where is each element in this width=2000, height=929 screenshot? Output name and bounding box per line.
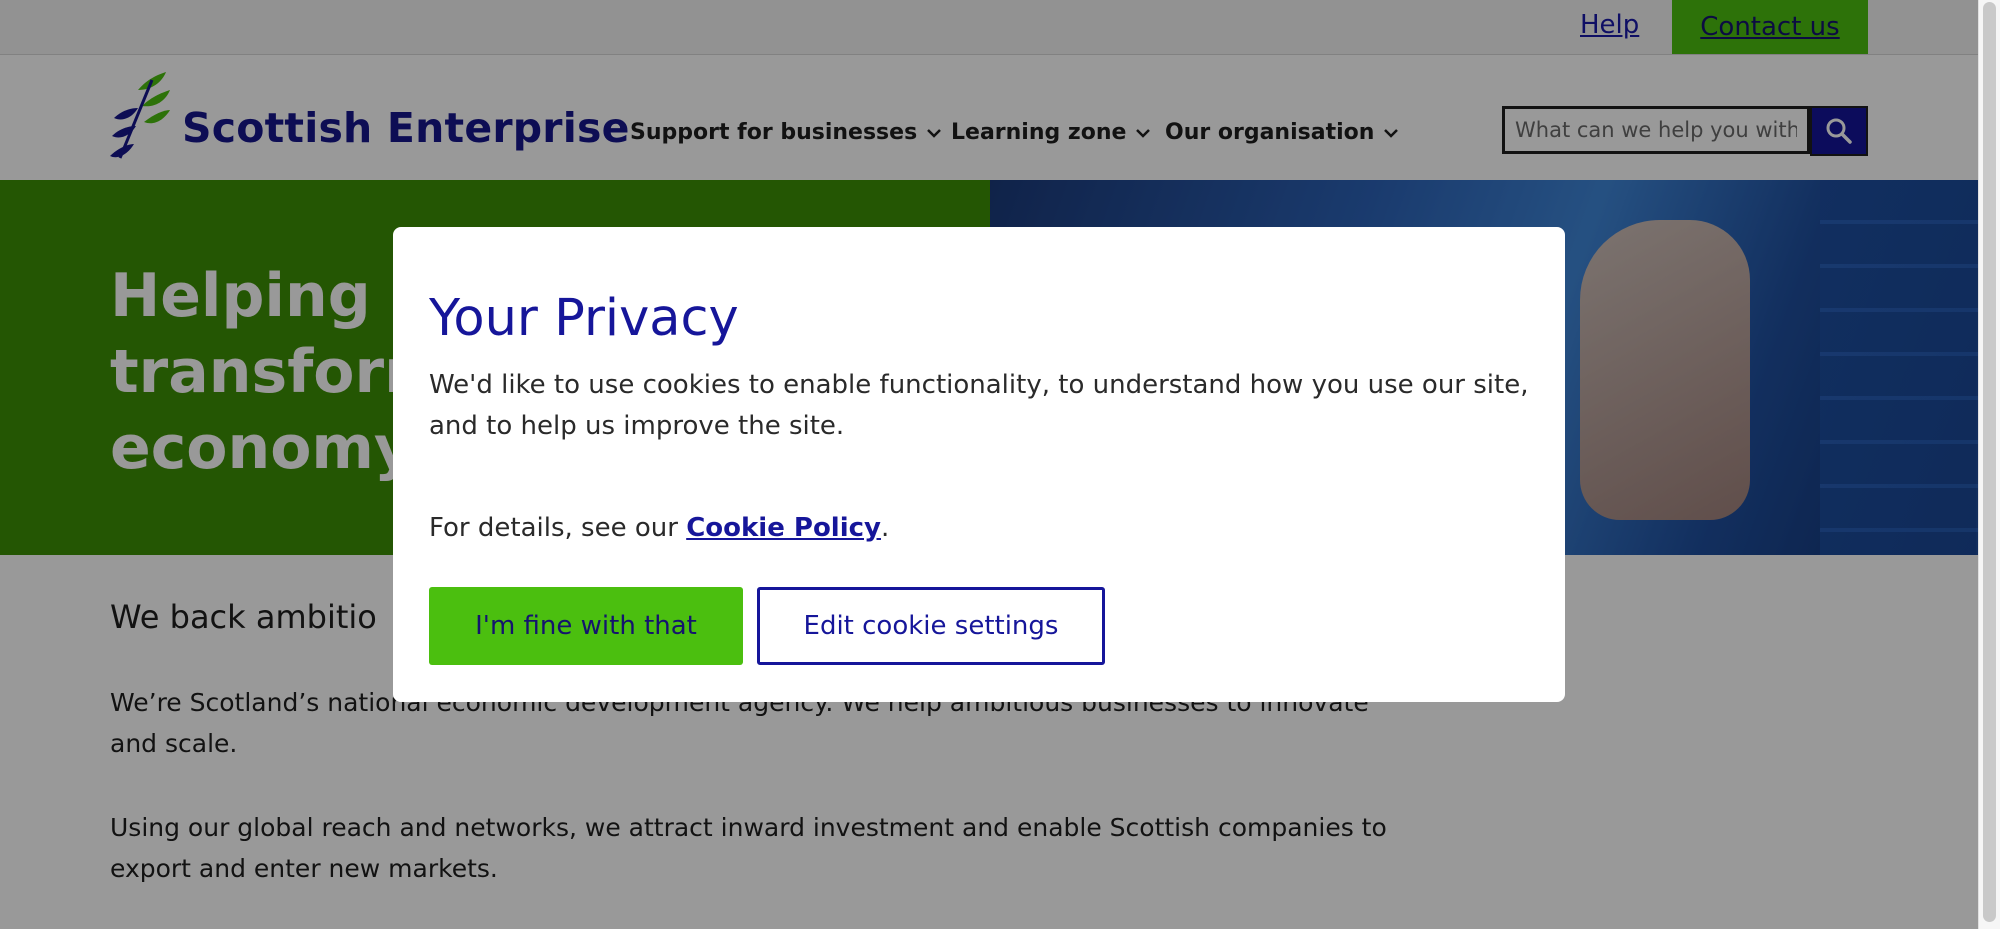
- edit-cookie-settings-button[interactable]: Edit cookie settings: [757, 587, 1105, 665]
- cookie-consent-dialog: Your Privacy We'd like to use cookies to…: [393, 227, 1565, 702]
- dialog-body: We'd like to use cookies to enable funct…: [429, 370, 1529, 441]
- details-suffix: .: [880, 513, 890, 543]
- scrollbar[interactable]: [1978, 0, 2000, 929]
- cookie-policy-link[interactable]: Cookie Policy: [686, 513, 881, 543]
- dialog-title: Your Privacy: [429, 289, 739, 348]
- cookie-details: For details, see our Cookie Policy.: [429, 513, 889, 543]
- scrollbar-thumb[interactable]: [1983, 2, 1996, 922]
- details-prefix: For details, see our: [429, 513, 687, 543]
- accept-cookies-button[interactable]: I'm fine with that: [429, 587, 743, 665]
